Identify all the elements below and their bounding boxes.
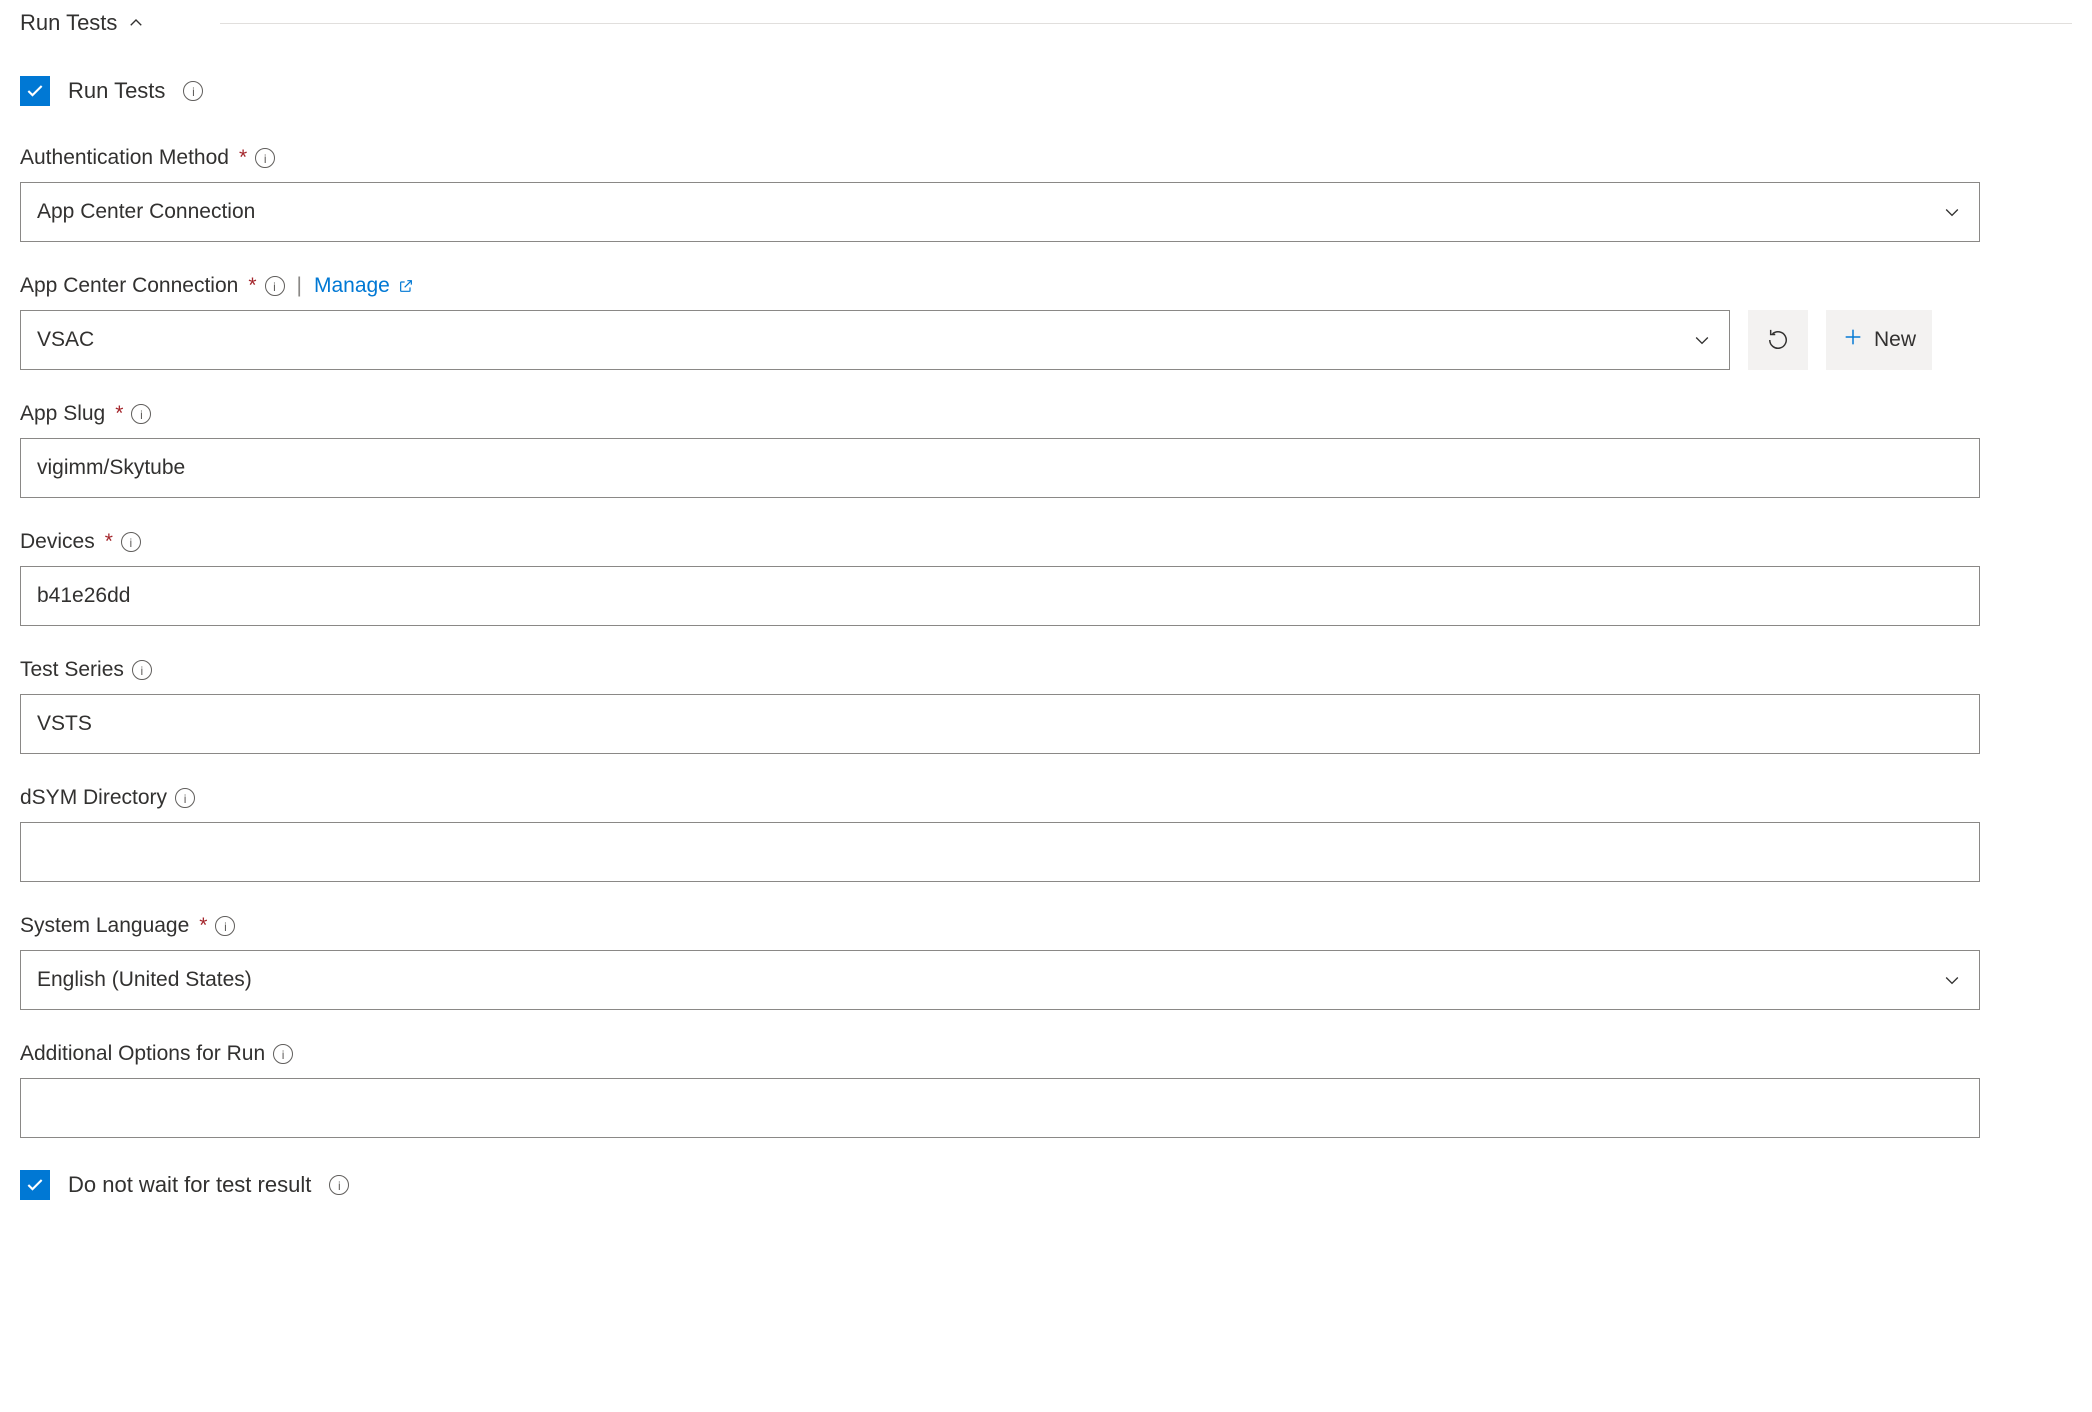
app-center-connection-label: App Center Connection [20,274,238,298]
section-header-run-tests[interactable]: Run Tests [20,10,2072,36]
info-icon[interactable]: i [255,148,275,168]
new-button-label: New [1874,328,1916,352]
separator: | [297,274,302,298]
field-authentication-method: Authentication Method * i [20,146,1980,242]
run-tests-checkbox[interactable] [20,76,50,106]
do-not-wait-checkbox[interactable] [20,1170,50,1200]
info-icon[interactable]: i [183,81,203,101]
info-icon[interactable]: i [175,788,195,808]
info-icon[interactable]: i [273,1044,293,1064]
field-dsym-directory: dSYM Directory i [20,786,1980,882]
new-button[interactable]: New [1826,310,1932,370]
run-tests-checkbox-label: Run Tests [68,78,165,104]
info-icon[interactable]: i [121,532,141,552]
devices-label: Devices [20,530,95,554]
info-icon[interactable]: i [265,276,285,296]
required-indicator: * [105,530,113,554]
field-additional-options: Additional Options for Run i [20,1042,1980,1138]
info-icon[interactable]: i [131,404,151,424]
section-divider [220,23,2072,24]
devices-input[interactable] [20,566,1980,626]
run-tests-checkbox-row: Run Tests i [20,76,2072,106]
app-slug-input[interactable] [20,438,1980,498]
system-language-label: System Language [20,914,189,938]
external-link-icon [398,278,414,294]
manage-link[interactable]: Manage [314,274,414,298]
app-slug-label: App Slug [20,402,105,426]
dsym-input[interactable] [20,822,1980,882]
required-indicator: * [199,914,207,938]
section-title: Run Tests [20,10,117,36]
info-icon[interactable]: i [215,916,235,936]
manage-link-text: Manage [314,274,390,298]
test-series-label: Test Series [20,658,124,682]
chevron-up-icon [127,14,145,32]
field-system-language: System Language * i [20,914,1980,1010]
dsym-label: dSYM Directory [20,786,167,810]
app-center-connection-select[interactable] [20,310,1730,370]
required-indicator: * [115,402,123,426]
info-icon[interactable]: i [329,1175,349,1195]
field-devices: Devices * i [20,530,1980,626]
test-series-input[interactable] [20,694,1980,754]
required-indicator: * [239,146,247,170]
required-indicator: * [248,274,256,298]
additional-options-label: Additional Options for Run [20,1042,265,1066]
do-not-wait-checkbox-row: Do not wait for test result i [20,1170,2072,1200]
field-test-series: Test Series i [20,658,1980,754]
refresh-button[interactable] [1748,310,1808,370]
plus-icon [1842,326,1864,354]
info-icon[interactable]: i [132,660,152,680]
field-app-slug: App Slug * i [20,402,1980,498]
auth-method-label: Authentication Method [20,146,229,170]
system-language-select[interactable] [20,950,1980,1010]
do-not-wait-label: Do not wait for test result [68,1172,311,1198]
field-app-center-connection: App Center Connection * i | Manage [20,274,1980,370]
auth-method-select[interactable] [20,182,1980,242]
additional-options-input[interactable] [20,1078,1980,1138]
